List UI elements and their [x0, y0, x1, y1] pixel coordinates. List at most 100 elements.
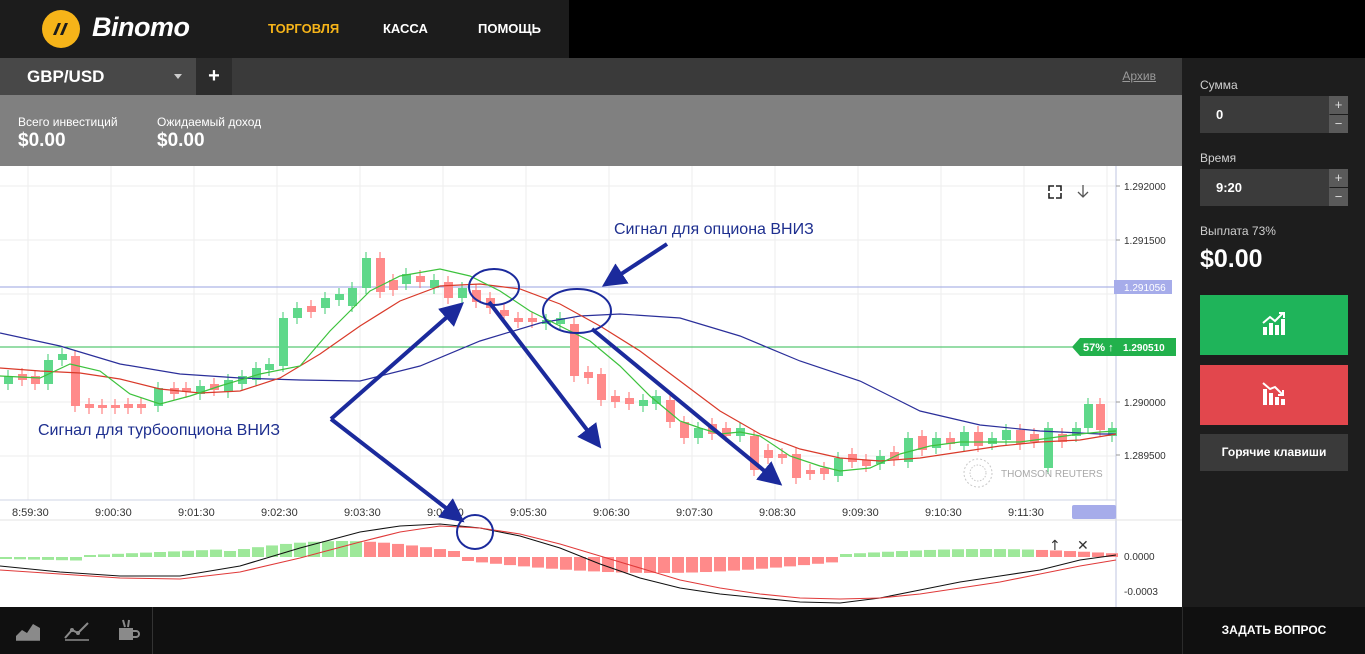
- fullscreen-icon[interactable]: [1048, 185, 1062, 199]
- chart-area-icon[interactable]: [14, 618, 42, 642]
- osc-bar: [210, 549, 222, 557]
- osc-bar: [966, 549, 978, 557]
- brand-name[interactable]: Binomo: [92, 12, 190, 43]
- osc-bar: [1008, 549, 1020, 557]
- current-price-text: 1.290510: [1123, 343, 1165, 354]
- osc-close-icon[interactable]: ✕: [1077, 538, 1089, 554]
- arrow-turbo-osc: [329, 417, 465, 523]
- ma-blue-line: [0, 313, 1116, 435]
- osc-bar: [1036, 549, 1048, 557]
- osc-bar: [168, 551, 180, 557]
- amount-increase-button[interactable]: +: [1329, 96, 1348, 114]
- oscillator-axis: 0.0000 -0.0003: [1124, 552, 1158, 598]
- osc-bar: [0, 557, 12, 559]
- time-tick-label: 9:00:30: [95, 507, 132, 519]
- amount-input[interactable]: [1200, 96, 1330, 133]
- osc-bar: [952, 549, 964, 557]
- osc-bar: [784, 557, 796, 567]
- arrow-down-icon[interactable]: [1077, 185, 1089, 198]
- annotation-turbo-down: Сигнал для турбоопциона ВНИЗ: [38, 422, 280, 439]
- osc-bar: [140, 552, 152, 557]
- investment-stats: Всего инвестиций $0.00 Ожидаемый доход $…: [0, 95, 1182, 166]
- archive-link[interactable]: Архив: [1122, 69, 1156, 83]
- buy-down-button[interactable]: [1200, 365, 1348, 425]
- candle-body: [362, 258, 371, 288]
- chart-grid: [0, 166, 1116, 500]
- nav-cashier[interactable]: КАССА: [383, 21, 428, 36]
- time-label: Время: [1200, 151, 1237, 165]
- chart-canvas[interactable]: 1.292000 1.291500 1.290000 1.289500 1.29105…: [0, 166, 1182, 607]
- time-tick-label: 9:11:30: [1008, 507, 1044, 519]
- time-tick-label: 9:01:30: [178, 507, 215, 519]
- osc-bar: [672, 557, 684, 573]
- osc-bar: [798, 557, 810, 566]
- candle-body: [778, 454, 787, 458]
- candle-body: [528, 318, 537, 322]
- amount-label: Сумма: [1200, 78, 1238, 92]
- osc-bar: [14, 557, 26, 560]
- candle-body: [1044, 428, 1053, 468]
- chevron-down-icon[interactable]: [174, 74, 182, 79]
- time-decrease-button[interactable]: −: [1329, 188, 1348, 206]
- candle-body: [98, 405, 107, 408]
- candle-body: [124, 404, 133, 408]
- osc-bar: [406, 545, 418, 557]
- time-tick-label: 9:06:30: [593, 507, 630, 519]
- amount-decrease-button[interactable]: −: [1329, 115, 1348, 133]
- candle-body: [764, 450, 773, 458]
- candle-body: [611, 396, 620, 402]
- candle-body: [111, 405, 120, 408]
- osc-bar: [812, 557, 824, 564]
- candle-body: [307, 306, 316, 312]
- osc-bar: [420, 547, 432, 557]
- osc-bar: [728, 557, 740, 571]
- binomo-logo-icon[interactable]: [42, 10, 80, 48]
- osc-bar: [868, 552, 880, 557]
- candle-body: [1096, 404, 1105, 430]
- asset-tab-label: GBP/USD: [27, 67, 105, 86]
- add-tab-button[interactable]: +: [196, 58, 232, 95]
- candle-body: [458, 288, 467, 298]
- osc-bar: [28, 557, 40, 560]
- nav-trading[interactable]: ТОРГОВЛЯ: [268, 21, 339, 36]
- osc-bar: [112, 553, 124, 557]
- price-axis: 1.292000 1.291500 1.290000 1.289500: [1116, 182, 1166, 462]
- candle-body: [680, 422, 689, 438]
- osc-up-icon[interactable]: ↑: [1049, 538, 1061, 554]
- buy-up-button[interactable]: [1200, 295, 1348, 355]
- time-increase-button[interactable]: +: [1329, 169, 1348, 187]
- asset-tab-gbpusd[interactable]: GBP/USD: [0, 58, 196, 95]
- candle-body: [348, 288, 357, 306]
- osc-bar: [392, 543, 404, 557]
- time-tick-label: 9:05:30: [510, 507, 547, 519]
- expected-income-value: $0.00: [157, 130, 205, 151]
- drawing-tools-icon[interactable]: [114, 618, 142, 642]
- candle-body: [335, 294, 344, 300]
- time-input[interactable]: [1200, 169, 1330, 206]
- ask-question-button[interactable]: ЗАДАТЬ ВОПРОС: [1182, 607, 1365, 654]
- candle-body: [85, 404, 94, 408]
- nav-help[interactable]: ПОМОЩЬ: [478, 21, 541, 36]
- payout-label: Выплата 73%: [1200, 224, 1276, 238]
- current-payout-badge: 57% ↑: [1083, 342, 1114, 354]
- price-chart[interactable]: 1.292000 1.291500 1.290000 1.289500 1.29105…: [0, 166, 1182, 607]
- time-tick-label: 9:09:30: [842, 507, 879, 519]
- hotkeys-button[interactable]: Горячие клавиши: [1200, 434, 1348, 471]
- candle-body: [58, 354, 67, 360]
- osc-bar: [378, 542, 390, 557]
- indicators-icon[interactable]: [63, 618, 91, 642]
- osc-bar: [714, 557, 726, 572]
- osc-bar: [70, 557, 82, 561]
- osc-bar: [896, 551, 908, 557]
- osc-bar: [56, 557, 68, 561]
- candle-body: [652, 396, 661, 404]
- osc-bar: [924, 549, 936, 557]
- osc-bar: [1022, 549, 1034, 557]
- candle-body: [960, 432, 969, 446]
- osc-bar: [994, 549, 1006, 557]
- osc-bar: [364, 541, 376, 557]
- osc-bar: [560, 557, 572, 570]
- time-axis: 8:59:30 9:00:30 9:01:30 9:02:30 9:03:30 9:04:…: [12, 507, 1114, 519]
- price-tick-label: 1.289500: [1124, 451, 1166, 462]
- candle-body: [848, 454, 857, 462]
